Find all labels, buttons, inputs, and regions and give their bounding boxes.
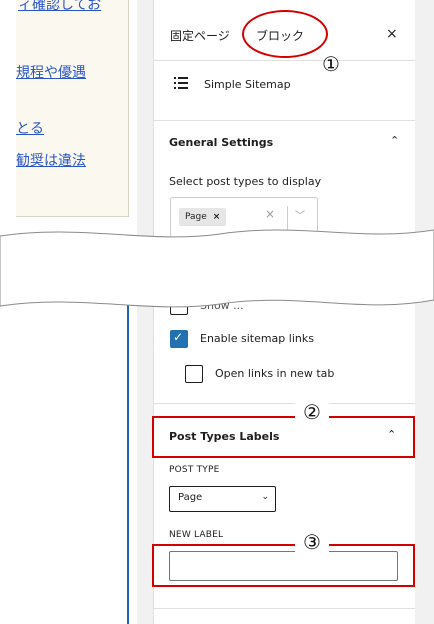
doc-link-3[interactable]: とる xyxy=(16,118,44,138)
annotation-box-new-label xyxy=(152,544,415,587)
annotation-box-post-types-labels xyxy=(152,416,415,458)
list-icon xyxy=(174,77,188,89)
settings-sidebar: 固定ページ ブロック × Simple Sitemap General Sett… xyxy=(153,0,416,624)
editor-scrollbar[interactable]: ▲ xyxy=(137,0,285,624)
editor-block-border xyxy=(127,294,129,624)
doc-link-2[interactable]: 規程や優遇 xyxy=(16,62,86,82)
tab-page[interactable]: 固定ページ xyxy=(170,27,230,44)
torn-paper-overlay xyxy=(0,229,434,308)
annotation-number-2: ② xyxy=(295,400,329,424)
sidebar-scrollbar[interactable] xyxy=(415,0,434,624)
doc-link-4[interactable]: 勧奨は違法 xyxy=(16,150,86,170)
block-name: Simple Sitemap xyxy=(204,78,291,91)
annotation-number-3: ③ xyxy=(295,530,329,554)
annotation-ellipse-block-tab xyxy=(242,10,328,58)
doc-link-1[interactable]: ィ確認してお xyxy=(18,0,101,14)
annotation-number-1: ① xyxy=(322,52,340,76)
document-content: ィ確認してお 規程や優遇 とる 勧奨は違法 xyxy=(16,0,129,217)
editor-canvas: ィ確認してお 規程や優遇 とる 勧奨は違法 xyxy=(0,0,137,624)
close-sidebar-button[interactable]: × xyxy=(386,26,398,42)
